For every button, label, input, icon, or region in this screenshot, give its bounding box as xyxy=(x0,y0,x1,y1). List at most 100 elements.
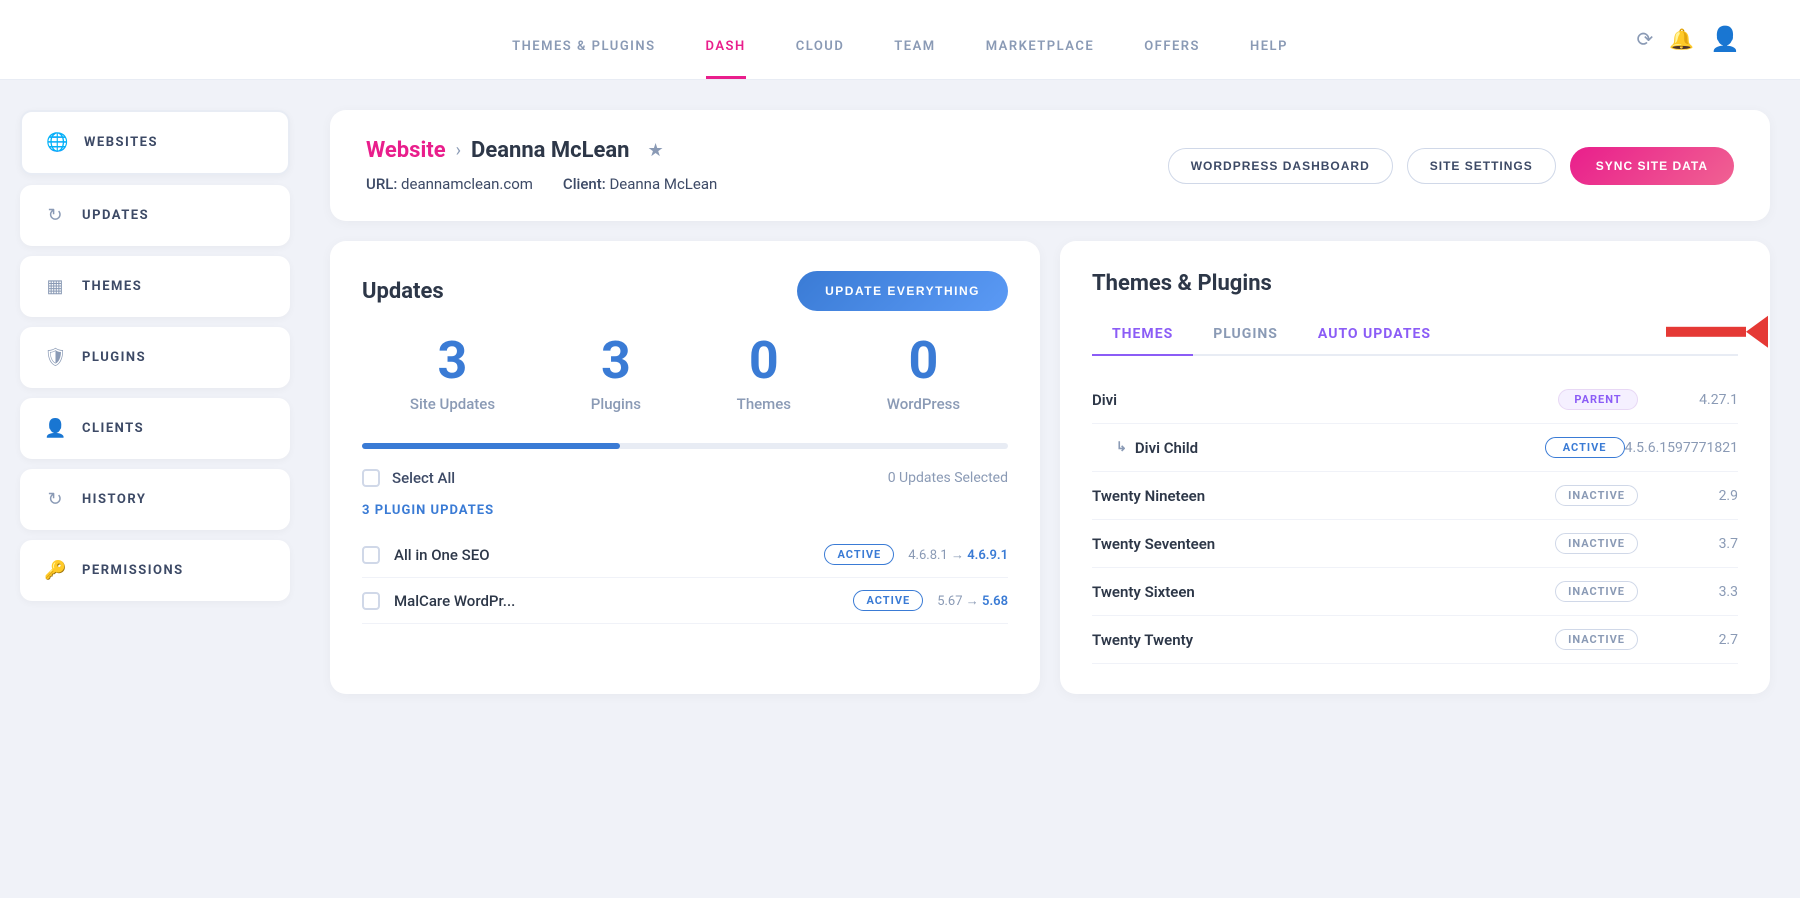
theme-version-twenty-twenty: 2.7 xyxy=(1638,632,1738,648)
history-icon: ↻ xyxy=(44,489,66,510)
select-all-row: Select All 0 Updates Selected xyxy=(362,469,1008,487)
select-all-checkbox[interactable] xyxy=(362,469,380,487)
nav-action-icons: ⟳ 🔔 👤 xyxy=(1636,25,1740,54)
theme-name-twenty-nineteen: Twenty Nineteen xyxy=(1092,487,1555,505)
theme-name-divi-child: ↳ Divi Child xyxy=(1092,439,1545,457)
plugin-row-allinone: All in One SEO ACTIVE 4.6.8.1 → 4.6.9.1 xyxy=(362,532,1008,578)
stat-label-site-updates: Site Updates xyxy=(410,395,495,413)
stat-plugins: 3 Plugins xyxy=(591,335,641,413)
theme-version-twenty-seventeen: 3.7 xyxy=(1638,536,1738,552)
sidebar-item-clients[interactable]: 👤 CLIENTS xyxy=(20,398,290,459)
breadcrumb-arrow: › xyxy=(456,140,461,161)
nav-help[interactable]: HELP xyxy=(1250,39,1288,79)
plugin-version-allinone: 4.6.8.1 → 4.6.9.1 xyxy=(908,547,1008,563)
nav-dash[interactable]: DASH xyxy=(706,39,746,79)
nav-links: THEMES & PLUGINS DASH CLOUD TEAM MARKETP… xyxy=(512,0,1288,79)
star-icon[interactable]: ★ xyxy=(648,140,664,161)
user-icon[interactable]: 👤 xyxy=(1710,25,1740,54)
nav-marketplace[interactable]: MARKETPLACE xyxy=(986,39,1095,79)
bell-icon[interactable]: 🔔 xyxy=(1669,27,1694,52)
sidebar-label-clients: CLIENTS xyxy=(82,421,144,436)
wordpress-dashboard-button[interactable]: WORDPRESS DASHBOARD xyxy=(1168,148,1393,184)
stat-number-wordpress: 0 xyxy=(887,335,960,387)
site-header-info: Website › Deanna McLean ★ URL: deannamcl… xyxy=(366,138,717,193)
theme-row-twenty-nineteen: Twenty Nineteen INACTIVE 2.9 xyxy=(1092,472,1738,520)
plugin-checkbox-malcare[interactable] xyxy=(362,592,380,610)
sidebar-item-plugins[interactable]: 🛡 PLUGINS xyxy=(20,327,290,388)
sidebar: 🌐 WEBSITES ↻ UPDATES ▦ THEMES 🛡 PLUGINS … xyxy=(0,80,310,898)
nav-themes-plugins[interactable]: THEMES & PLUGINS xyxy=(512,39,655,79)
sidebar-item-permissions[interactable]: 🔑 PERMISSIONS xyxy=(20,540,290,601)
sidebar-label-history: HISTORY xyxy=(82,492,146,507)
breadcrumb: Website › Deanna McLean ★ xyxy=(366,138,717,163)
site-settings-button[interactable]: SITE SETTINGS xyxy=(1407,148,1556,184)
tab-auto-updates[interactable]: AUTO UPDATES xyxy=(1298,316,1451,356)
stat-label-wordpress: WordPress xyxy=(887,395,960,413)
tab-themes[interactable]: THEMES xyxy=(1092,316,1193,356)
site-header: Website › Deanna McLean ★ URL: deannamcl… xyxy=(330,110,1770,221)
theme-name-divi: Divi xyxy=(1092,391,1558,409)
arrow-body xyxy=(1666,327,1746,337)
stat-themes: 0 Themes xyxy=(737,335,791,413)
sidebar-label-permissions: PERMISSIONS xyxy=(82,563,184,578)
sidebar-label-updates: UPDATES xyxy=(82,208,149,223)
tab-plugins[interactable]: PLUGINS xyxy=(1193,316,1298,356)
refresh-icon[interactable]: ⟳ xyxy=(1636,27,1653,52)
select-all-left: Select All xyxy=(362,469,455,487)
child-indent-arrow: ↳ xyxy=(1116,440,1127,455)
theme-badge-divi-child: ACTIVE xyxy=(1545,437,1625,458)
theme-name-twenty-twenty: Twenty Twenty xyxy=(1092,631,1555,649)
nav-team[interactable]: TEAM xyxy=(894,39,935,79)
sidebar-item-themes[interactable]: ▦ THEMES xyxy=(20,256,290,317)
arrow-indicator xyxy=(1666,316,1768,348)
breadcrumb-site-name: Deanna McLean xyxy=(471,138,629,163)
theme-name-twenty-sixteen: Twenty Sixteen xyxy=(1092,583,1555,601)
theme-row-divi: Divi PARENT 4.27.1 xyxy=(1092,376,1738,424)
updates-selected-count: 0 Updates Selected xyxy=(888,470,1008,486)
stat-site-updates: 3 Site Updates xyxy=(410,335,495,413)
themes-plugins-panel: Themes & Plugins THEMES PLUGINS AUTO UPD… xyxy=(1060,241,1770,694)
updates-icon: ↻ xyxy=(44,205,66,226)
sidebar-item-updates[interactable]: ↻ UPDATES xyxy=(20,185,290,246)
theme-version-twenty-nineteen: 2.9 xyxy=(1638,488,1738,504)
sidebar-item-history[interactable]: ↻ HISTORY xyxy=(20,469,290,530)
nav-cloud[interactable]: CLOUD xyxy=(796,39,845,79)
permissions-icon: 🔑 xyxy=(44,560,66,581)
content-area: Website › Deanna McLean ★ URL: deannamcl… xyxy=(310,80,1800,898)
main-layout: 🌐 WEBSITES ↻ UPDATES ▦ THEMES 🛡 PLUGINS … xyxy=(0,80,1800,898)
theme-row-twenty-seventeen: Twenty Seventeen INACTIVE 3.7 xyxy=(1092,520,1738,568)
plugin-version-malcare: 5.67 → 5.68 xyxy=(937,593,1008,609)
sidebar-label-themes: THEMES xyxy=(82,279,142,294)
progress-bar xyxy=(362,443,1008,449)
stat-label-themes: Themes xyxy=(737,395,791,413)
arrow-head xyxy=(1746,316,1768,348)
plugin-row-malcare: MalCare WordPr... ACTIVE 5.67 → 5.68 xyxy=(362,578,1008,624)
plugin-checkbox-allinone[interactable] xyxy=(362,546,380,564)
sync-site-data-button[interactable]: SYNC SITE DATA xyxy=(1570,147,1734,185)
theme-badge-twenty-seventeen: INACTIVE xyxy=(1555,533,1638,554)
nav-offers[interactable]: OFFERS xyxy=(1144,39,1200,79)
updates-title: Updates xyxy=(362,279,444,304)
breadcrumb-website: Website xyxy=(366,138,446,163)
updates-header: Updates UPDATE EVERYTHING xyxy=(362,271,1008,311)
stat-label-plugins: Plugins xyxy=(591,395,641,413)
plugin-badge-malcare: ACTIVE xyxy=(853,590,923,611)
select-all-label: Select All xyxy=(392,469,455,487)
sidebar-item-websites[interactable]: 🌐 WEBSITES xyxy=(20,110,290,175)
sidebar-label-websites: WEBSITES xyxy=(84,135,158,150)
stat-wordpress: 0 WordPress xyxy=(887,335,960,413)
updates-panel: Updates UPDATE EVERYTHING 3 Site Updates… xyxy=(330,241,1040,694)
clients-icon: 👤 xyxy=(44,418,66,439)
bottom-row: Updates UPDATE EVERYTHING 3 Site Updates… xyxy=(330,241,1770,694)
top-navigation: THEMES & PLUGINS DASH CLOUD TEAM MARKETP… xyxy=(0,0,1800,80)
stat-number-site-updates: 3 xyxy=(410,335,495,387)
theme-badge-twenty-twenty: INACTIVE xyxy=(1555,629,1638,650)
updates-stats: 3 Site Updates 3 Plugins 0 Themes 0 Word… xyxy=(362,335,1008,413)
url-label: URL: deannamclean.com xyxy=(366,175,533,193)
update-everything-button[interactable]: UPDATE EVERYTHING xyxy=(797,271,1008,311)
plugin-badge-allinone: ACTIVE xyxy=(824,544,894,565)
sidebar-label-plugins: PLUGINS xyxy=(82,350,146,365)
theme-row-divi-child: ↳ Divi Child ACTIVE 4.5.6.1597771821 xyxy=(1092,424,1738,472)
plugin-name-allinone: All in One SEO xyxy=(394,546,810,564)
theme-name-twenty-seventeen: Twenty Seventeen xyxy=(1092,535,1555,553)
